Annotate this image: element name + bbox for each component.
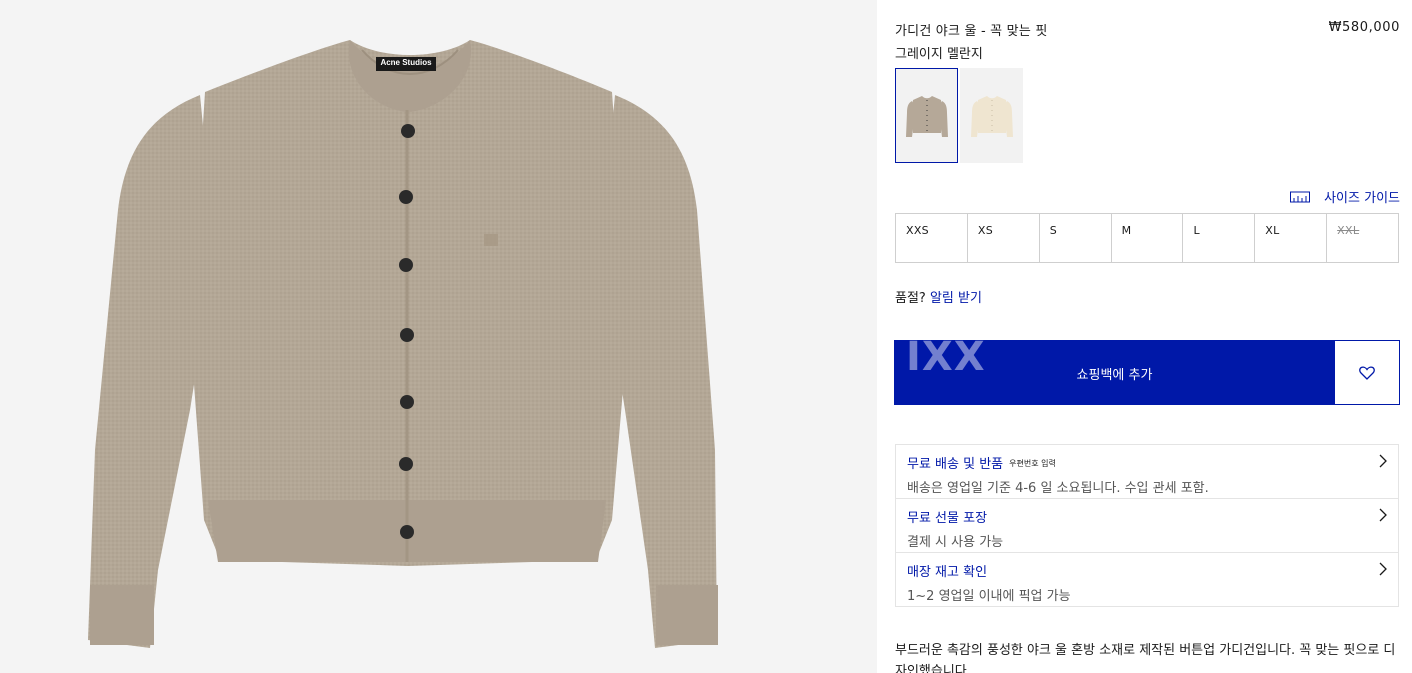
add-to-bag-label: 쇼핑백에 추가 bbox=[1076, 368, 1153, 383]
gift-wrap-title: 무료 선물 포장 bbox=[907, 511, 988, 526]
size-selector: XXS XS S M L XL XXL bbox=[895, 213, 1399, 263]
color-swatches bbox=[895, 68, 1023, 163]
soldout-notice: 품절? 알림 받기 bbox=[895, 287, 982, 306]
gift-wrap-row[interactable]: 무료 선물 포장 결제 시 사용 가능 bbox=[896, 499, 1398, 553]
color-name: 그레이지 멜란지 bbox=[895, 47, 983, 62]
service-info-list: 무료 배송 및 반품 우편번호 입력 배송은 영업일 기준 4-6 일 소요됩니다… bbox=[895, 444, 1399, 607]
size-option-xxs[interactable]: XXS bbox=[896, 214, 968, 262]
product-title: 가디건 야크 울 - 꼭 맞는 핏 bbox=[895, 24, 1048, 39]
chevron-right-icon bbox=[1379, 562, 1387, 576]
cream-cardigan-thumbnail bbox=[970, 95, 1013, 137]
store-stock-subtext: 1~2 영업일 이내에 픽업 가능 bbox=[907, 589, 1071, 604]
shipping-returns-row[interactable]: 무료 배송 및 반품 우편번호 입력 배송은 영업일 기준 4-6 일 소요됩니다… bbox=[896, 445, 1398, 499]
greige-cardigan-thumbnail bbox=[905, 95, 948, 137]
shipping-returns-title: 무료 배송 및 반품 우편번호 입력 bbox=[907, 453, 1398, 472]
title-row: 가디건 야크 울 - 꼭 맞는 핏 ₩580,000 bbox=[894, 20, 1400, 40]
size-option-xs[interactable]: XS bbox=[968, 214, 1040, 262]
swatch-greige[interactable] bbox=[895, 68, 958, 163]
store-stock-row[interactable]: 매장 재고 확인 1~2 영업일 이내에 픽업 가능 bbox=[896, 553, 1398, 606]
wishlist-button[interactable] bbox=[1335, 340, 1400, 405]
size-guide-label: 사이즈 가이드 bbox=[1324, 191, 1400, 206]
brand-label: Acne Studios bbox=[380, 58, 432, 67]
product-description: 부드러운 촉감의 풍성한 야크 울 혼방 소재로 제작된 버튼업 가디건입니다.… bbox=[895, 643, 1396, 673]
add-to-bag-button[interactable]: IXX 쇼핑백에 추가 bbox=[894, 334, 1335, 405]
shipping-subtext: 배송은 영업일 기준 4-6 일 소요됩니다. 수입 관세 포함. bbox=[907, 481, 1209, 496]
product-panel: 가디건 야크 울 - 꼭 맞는 핏 ₩580,000 그레이지 멜란지 사이즈 … bbox=[894, 0, 1400, 673]
size-option-l[interactable]: L bbox=[1183, 214, 1256, 262]
size-option-xl[interactable]: XL bbox=[1255, 214, 1328, 262]
purchase-bar: IXX 쇼핑백에 추가 bbox=[894, 334, 1400, 405]
shipping-title-text: 무료 배송 및 반품 bbox=[907, 457, 1004, 472]
chevron-right-icon bbox=[1379, 454, 1387, 468]
product-price: ₩580,000 bbox=[1328, 20, 1400, 35]
size-guide-link[interactable]: 사이즈 가이드 bbox=[1290, 187, 1400, 206]
heart-icon bbox=[1359, 366, 1375, 380]
soldout-prefix: 품절? bbox=[895, 291, 926, 306]
store-stock-title: 매장 재고 확인 bbox=[907, 565, 988, 580]
cardigan-illustration bbox=[0, 0, 877, 673]
notify-me-link[interactable]: 알림 받기 bbox=[930, 291, 982, 306]
ruler-icon bbox=[1290, 191, 1311, 202]
size-option-s[interactable]: S bbox=[1040, 214, 1112, 262]
chevron-right-icon bbox=[1379, 508, 1387, 522]
size-option-xxl[interactable]: XXL bbox=[1327, 214, 1398, 262]
swatch-cream[interactable] bbox=[960, 68, 1023, 163]
size-option-m[interactable]: M bbox=[1112, 214, 1184, 262]
gift-wrap-subtext: 결제 시 사용 가능 bbox=[907, 535, 1004, 550]
postcode-hint[interactable]: 우편번호 입력 bbox=[1009, 459, 1056, 468]
product-image: Acne Studios bbox=[0, 0, 877, 673]
